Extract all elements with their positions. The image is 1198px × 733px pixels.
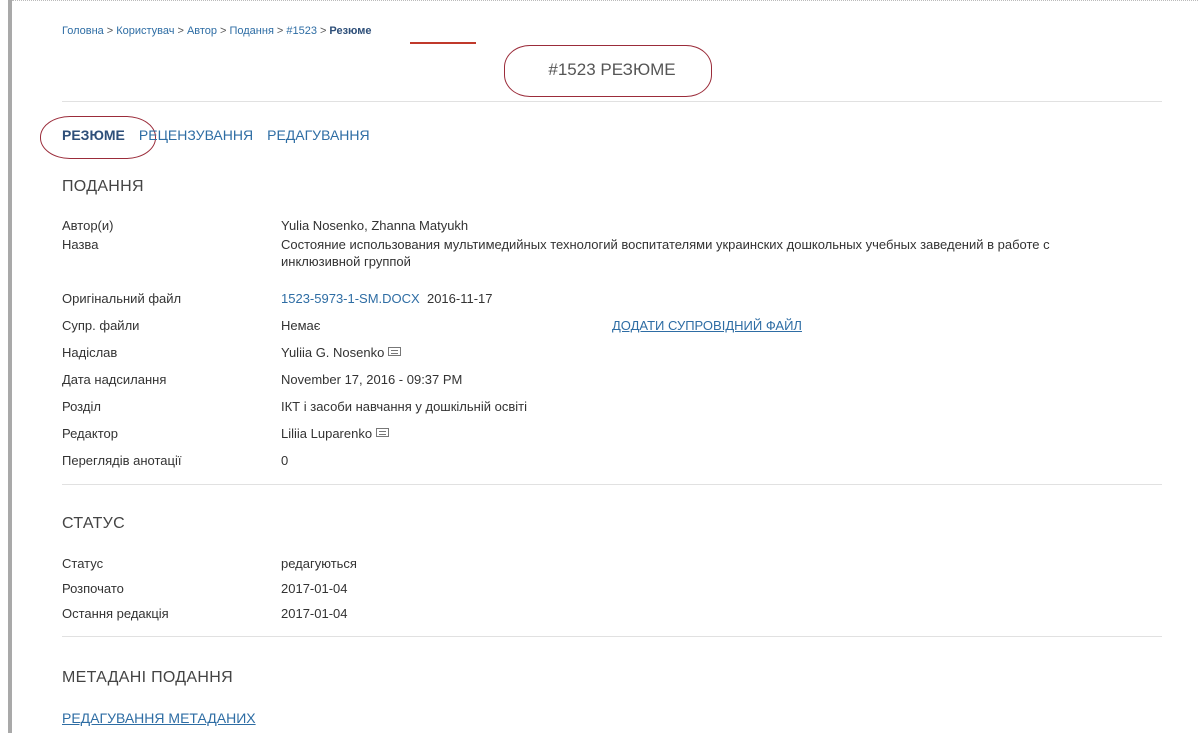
left-border [8, 0, 12, 733]
breadcrumb: Головна > Користувач > Автор > Подання > #1523 > Р… [62, 25, 372, 37]
breadcrumb-separator: > [177, 25, 184, 37]
title-label: Назва [62, 237, 99, 252]
editor-value: Liliia Luparenko [281, 425, 1121, 442]
abstract-views-value: 0 [281, 453, 289, 468]
breadcrumb-submissions[interactable]: Подання [229, 25, 273, 37]
last-edit-value: 2017-01-04 [281, 606, 348, 621]
submitter-name: Yuliia G. Nosenko [281, 345, 385, 360]
editor-label: Редактор [62, 426, 118, 441]
last-edit-label: Остання редакція [62, 606, 169, 621]
breadcrumb-submission-id[interactable]: #1523 [286, 25, 317, 37]
authors-value: Yulia Nosenko, Zhanna Matyukh [281, 218, 469, 233]
breadcrumb-user[interactable]: Користувач [116, 25, 174, 37]
status-value: редагуються [281, 556, 357, 571]
breadcrumb-separator: > [319, 25, 327, 37]
breadcrumb-separator: > [106, 25, 114, 37]
date-value: November 17, 2016 - 09:37 PM [281, 372, 463, 387]
breadcrumb-author[interactable]: Автор [187, 25, 217, 37]
annotation-underline [410, 42, 476, 44]
divider [62, 636, 1162, 637]
tab-editing[interactable]: РЕДАГУВАННЯ [267, 127, 370, 143]
date-label: Дата надсилання [62, 372, 167, 387]
tab-review[interactable]: РЕЦЕНЗУВАННЯ [139, 127, 253, 143]
submission-heading: ПОДАННЯ [62, 178, 144, 195]
status-label: Статус [62, 556, 104, 571]
original-file-label: Оригінальний файл [62, 291, 182, 306]
mail-icon[interactable] [376, 428, 390, 437]
original-file-link[interactable]: 1523-5973-1-SM.DOCX [281, 291, 420, 306]
started-value: 2017-01-04 [281, 581, 348, 596]
supp-files-label: Супр. файли [62, 318, 140, 333]
submitter-label: Надіслав [62, 345, 118, 360]
original-file-date: 2016-11-17 [426, 291, 493, 306]
submitter-value: Yuliia G. Nosenko [281, 344, 1121, 361]
abstract-views-label: Переглядів анотації [62, 453, 182, 468]
top-divider [12, 0, 1198, 2]
section-value: ІКТ і засоби навчання у дошкільній освіт… [281, 399, 527, 414]
tab-summary[interactable]: РЕЗЮМЕ [62, 127, 125, 143]
divider [62, 484, 1162, 485]
tab-bar: РЕЗЮМЕ РЕЦЕНЗУВАННЯ РЕДАГУВАННЯ [62, 127, 384, 143]
original-file-value: 1523-5973-1-SM.DOCX 2016-11-17 [281, 290, 1121, 307]
breadcrumb-current[interactable]: Резюме [329, 25, 371, 37]
title-value: Состояние использования мультимедийных т… [281, 237, 1050, 269]
breadcrumb-home[interactable]: Головна [62, 25, 104, 37]
section-label: Розділ [62, 399, 101, 414]
breadcrumb-separator: > [220, 25, 227, 37]
add-supp-file-link[interactable]: ДОДАТИ СУПРОВІДНИЙ ФАЙЛ [612, 317, 802, 334]
page-title: #1523 РЕЗЮМЕ [548, 60, 676, 79]
edit-metadata-link[interactable]: РЕДАГУВАННЯ МЕТАДАНИХ [62, 710, 256, 726]
started-label: Розпочато [62, 581, 124, 596]
breadcrumb-separator: > [276, 25, 284, 37]
page: Головна > Користувач > Автор > Подання > #1523 > Р… [0, 0, 1198, 733]
divider [62, 101, 1162, 102]
status-heading: СТАТУС [62, 515, 125, 532]
editor-name: Liliia Luparenko [281, 426, 373, 441]
authors-label: Автор(и) [62, 218, 114, 233]
metadata-heading: МЕТАДАНІ ПОДАННЯ [62, 669, 233, 686]
mail-icon[interactable] [388, 347, 402, 356]
